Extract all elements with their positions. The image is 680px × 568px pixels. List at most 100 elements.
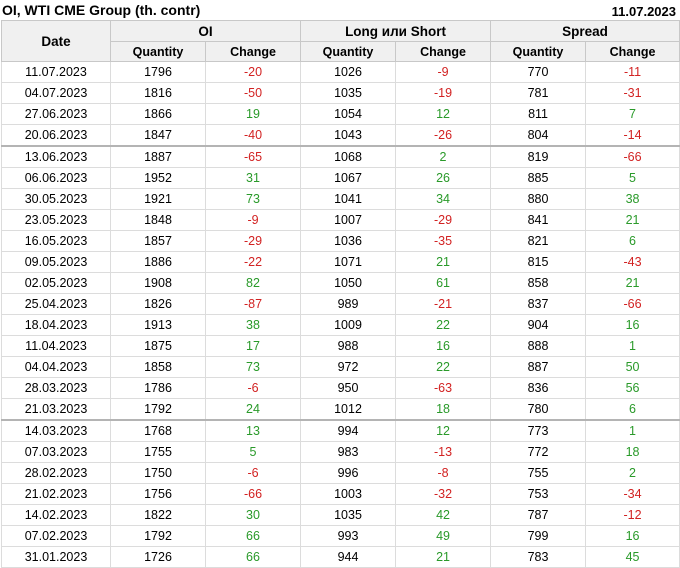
oi-quantity-cell: 1847 <box>110 124 206 147</box>
long-short-quantity-cell: 1035 <box>300 82 397 104</box>
date-cell: 11.04.2023 <box>1 335 111 357</box>
long-short-quantity-cell: 983 <box>300 441 397 463</box>
long-short-quantity-cell: 1007 <box>300 209 397 231</box>
long-short-change-cell: 49 <box>395 525 492 547</box>
spread-change-cell: 6 <box>585 398 680 421</box>
date-cell: 20.06.2023 <box>1 124 111 147</box>
spread-change-cell: -11 <box>585 61 680 83</box>
spread-quantity-cell: 772 <box>490 441 587 463</box>
oi-quantity-cell: 1848 <box>110 209 206 231</box>
oi-quantity-cell: 1826 <box>110 293 206 315</box>
spread-quantity-cell: 783 <box>490 546 587 568</box>
date-cell: 14.03.2023 <box>1 419 111 442</box>
date-column-header: Date <box>1 20 111 62</box>
oi-quantity-cell: 1755 <box>110 441 206 463</box>
spread-quantity-cell: 819 <box>490 145 587 168</box>
long-short-change-cell: -26 <box>395 124 492 147</box>
spread-quantity-cell: 780 <box>490 398 587 421</box>
long-short-quantity-cell: 1050 <box>300 272 397 294</box>
long-short-quantity-cell: 989 <box>300 293 397 315</box>
oi-quantity-cell: 1792 <box>110 398 206 421</box>
long-short-quantity-cell: 994 <box>300 419 397 442</box>
long-short-change-cell: -13 <box>395 441 492 463</box>
spread-change-cell: 2 <box>585 462 680 484</box>
spread-change-cell: -34 <box>585 483 680 505</box>
spread-change-cell: 7 <box>585 103 680 125</box>
long-short-change-cell: 34 <box>395 188 492 210</box>
spread-quantity-cell: 804 <box>490 124 587 147</box>
spread-change-header: Change <box>585 41 680 62</box>
date-cell: 06.06.2023 <box>1 167 111 189</box>
spread-change-cell: 18 <box>585 441 680 463</box>
oi-change-cell: 66 <box>204 525 302 547</box>
oi-quantity-cell: 1921 <box>110 188 206 210</box>
oi-change-cell: 30 <box>204 504 302 526</box>
oi-quantity-cell: 1822 <box>110 504 206 526</box>
oi-table: Date OI Long или Short Spread Quantity C… <box>1 20 680 568</box>
long-short-quantity-cell: 1003 <box>300 483 397 505</box>
long-short-quantity-cell: 1041 <box>300 188 397 210</box>
table-row: 30.05.2023 1921 73 1041 34 880 38 <box>1 188 680 210</box>
long-short-change-header: Change <box>395 41 492 62</box>
oi-change-cell: 73 <box>204 356 302 378</box>
long-short-change-cell: 21 <box>395 546 492 568</box>
date-cell: 04.04.2023 <box>1 356 111 378</box>
table-row: 11.07.2023 1796 -20 1026 -9 770 -11 <box>1 61 680 83</box>
oi-change-cell: 19 <box>204 103 302 125</box>
spread-quantity-cell: 885 <box>490 167 587 189</box>
long-short-change-cell: 21 <box>395 251 492 273</box>
table-row: 13.06.2023 1887 -65 1068 2 819 -66 <box>1 145 680 168</box>
oi-change-cell: -9 <box>204 209 302 231</box>
long-short-group-header: Long или Short <box>300 20 492 42</box>
table-row: 07.02.2023 1792 66 993 49 799 16 <box>1 525 680 547</box>
spread-quantity-cell: 836 <box>490 377 587 399</box>
oi-change-cell: 17 <box>204 335 302 357</box>
oi-change-cell: 24 <box>204 398 302 421</box>
long-short-change-cell: 22 <box>395 356 492 378</box>
spread-change-cell: 5 <box>585 167 680 189</box>
oi-group-header: OI <box>109 20 302 42</box>
date-cell: 21.03.2023 <box>1 398 111 421</box>
table-row: 25.04.2023 1826 -87 989 -21 837 -66 <box>1 293 680 315</box>
long-short-change-cell: -21 <box>395 293 492 315</box>
oi-quantity-header: Quantity <box>110 41 206 62</box>
long-short-change-cell: 61 <box>395 272 492 294</box>
report-header: OI, WTI CME Group (th. contr) 11.07.2023 <box>0 0 680 20</box>
oi-change-cell: -22 <box>204 251 302 273</box>
date-cell: 09.05.2023 <box>1 251 111 273</box>
oi-quantity-cell: 1908 <box>110 272 206 294</box>
long-short-quantity-cell: 993 <box>300 525 397 547</box>
oi-quantity-cell: 1792 <box>110 525 206 547</box>
oi-change-cell: -6 <box>204 462 302 484</box>
spread-change-cell: 21 <box>585 209 680 231</box>
spread-change-cell: 16 <box>585 525 680 547</box>
long-short-quantity-cell: 1036 <box>300 230 397 252</box>
long-short-change-cell: 2 <box>395 145 492 168</box>
long-short-change-cell: -63 <box>395 377 492 399</box>
long-short-change-cell: 22 <box>395 314 492 336</box>
report-date: 11.07.2023 <box>611 4 676 19</box>
long-short-quantity-cell: 1012 <box>300 398 397 421</box>
oi-quantity-cell: 1796 <box>110 61 206 83</box>
spread-quantity-cell: 815 <box>490 251 587 273</box>
spread-quantity-cell: 811 <box>490 103 587 125</box>
date-cell: 14.02.2023 <box>1 504 111 526</box>
table-row: 07.03.2023 1755 5 983 -13 772 18 <box>1 441 680 463</box>
long-short-quantity-cell: 972 <box>300 356 397 378</box>
date-cell: 18.04.2023 <box>1 314 111 336</box>
table-row: 21.03.2023 1792 24 1012 18 780 6 <box>1 398 680 421</box>
spread-change-cell: 45 <box>585 546 680 568</box>
long-short-quantity-cell: 1009 <box>300 314 397 336</box>
long-short-change-cell: -9 <box>395 61 492 83</box>
oi-change-cell: 66 <box>204 546 302 568</box>
oi-quantity-cell: 1952 <box>110 167 206 189</box>
long-short-change-cell: 16 <box>395 335 492 357</box>
oi-quantity-cell: 1768 <box>110 419 206 442</box>
spread-change-cell: -31 <box>585 82 680 104</box>
oi-change-cell: 31 <box>204 167 302 189</box>
oi-quantity-cell: 1816 <box>110 82 206 104</box>
spread-change-cell: 56 <box>585 377 680 399</box>
spread-quantity-cell: 841 <box>490 209 587 231</box>
oi-quantity-cell: 1726 <box>110 546 206 568</box>
oi-change-cell: 73 <box>204 188 302 210</box>
